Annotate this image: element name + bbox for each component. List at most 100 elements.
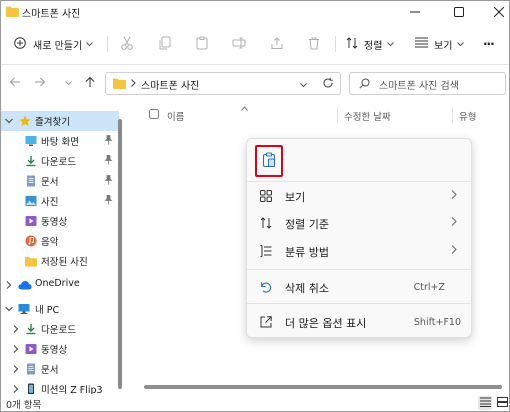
chevron-right-icon[interactable] [5,280,13,290]
nav-item-pc-documents[interactable]: 문서 [1,359,119,379]
new-button[interactable]: 새로 만들기 [14,33,94,55]
nav-item-music[interactable]: 음악 [1,231,119,251]
nav-item-desktop[interactable]: 바탕 화면 [1,131,119,151]
view-button[interactable]: 보기 [415,33,465,55]
column-header-name[interactable]: 이름 [167,109,184,125]
sort-icon [346,36,358,52]
music-icon [25,235,37,247]
column-header-modified[interactable]: 수정한 날짜 [344,109,391,125]
menu-item-label: 더 많은 옵션 표시 [285,317,367,330]
download-icon [25,155,37,167]
menu-item-label: 분류 방법 [285,246,329,259]
sort-button[interactable]: 정렬 [346,33,395,55]
maximize-button[interactable] [437,1,481,23]
breadcrumb-current[interactable]: 스마트폰 사진 [141,77,199,92]
copy-icon [158,36,172,53]
nav-item-pictures[interactable]: 사진 [1,191,119,211]
menu-item-view[interactable]: 보기 [251,184,467,208]
chevron-right-icon[interactable] [12,344,20,354]
copy-button[interactable] [158,33,172,55]
nav-label: OneDrive [35,278,80,289]
nav-item-phone[interactable]: 미션의 Z Flip3 [1,379,119,394]
phone-icon [25,383,37,394]
cut-button[interactable] [120,33,134,55]
download-icon [25,323,37,335]
paste-button[interactable] [195,33,209,55]
refresh-icon[interactable] [322,77,334,92]
nav-label: 내 PC [35,305,60,316]
forward-button[interactable] [32,75,48,91]
nav-item-quick-access[interactable]: 즐겨찾기 [1,111,119,131]
chevron-right-icon[interactable] [12,364,20,374]
rename-icon [232,36,246,53]
menu-item-label: 삭제 취소 [285,282,329,295]
nav-item-downloads[interactable]: 다운로드 [1,151,119,171]
search-placeholder: 스마트폰 사진 검색 [379,81,459,92]
share-button[interactable] [270,33,284,55]
close-button[interactable] [477,1,509,23]
separator [335,36,336,52]
nav-item-pc-videos[interactable]: 동영상 [1,339,119,359]
nav-item-saved-pictures[interactable]: 저장된 사진 [1,251,119,271]
chevron-down-icon[interactable] [300,80,307,91]
scrollbar-thumb[interactable] [118,119,122,389]
delete-button[interactable] [307,33,321,55]
tiles-view-icon [496,396,508,410]
chevron-right-icon [451,217,457,229]
search-box[interactable]: 스마트폰 사진 검색 [349,72,506,95]
sort-label: 정렬 [364,40,383,52]
tiles-view-button[interactable] [495,396,509,410]
grid-icon [259,189,273,203]
back-button[interactable] [7,75,23,91]
chevron-down-icon [457,39,465,50]
scissors-icon [120,36,134,53]
select-all-checkbox[interactable] [149,109,159,122]
nav-item-onedrive[interactable]: OneDrive [1,275,119,295]
menu-item-more-options[interactable]: 더 많은 옵션 표시 Shift+F10 [251,310,467,334]
chevron-down-icon[interactable] [5,116,13,126]
video-icon [25,215,37,227]
chevron-down-icon[interactable] [5,304,13,314]
menu-item-shortcut: Shift+F10 [413,317,461,328]
breadcrumb-separator-icon [131,79,136,90]
rename-button[interactable] [232,33,246,55]
plus-circle-icon [14,36,26,52]
chevron-right-icon[interactable] [12,384,20,394]
more-options-button[interactable]: ··· [483,33,495,55]
new-label: 새로 만들기 [33,40,83,52]
sort-ascending-icon [241,103,248,114]
folder-icon [113,78,126,92]
chevron-right-icon[interactable] [12,324,20,334]
nav-item-pc-downloads[interactable]: 다운로드 [1,319,119,339]
file-area-horizontal-scrollbar[interactable] [144,385,502,389]
pin-icon [104,175,113,188]
nav-label: 저장된 사진 [41,257,88,268]
folder-icon [25,255,37,267]
nav-item-documents[interactable]: 문서 [1,171,119,191]
recent-locations-button[interactable] [60,75,76,91]
nav-item-videos[interactable]: 동영상 [1,211,119,231]
document-icon [25,363,37,375]
up-button[interactable] [82,75,98,91]
column-header-type[interactable]: 유형 [459,109,476,125]
menu-item-sort-by[interactable]: 정렬 기준 [251,211,467,235]
nav-pane-scrollbar[interactable] [118,113,123,389]
address-bar[interactable]: 스마트폰 사진 [105,72,341,95]
menu-divider [247,269,471,270]
nav-label: 다운로드 [41,157,76,168]
nav-label: 동영상 [41,217,68,228]
menu-item-group-by[interactable]: 분류 방법 [251,239,467,263]
menu-item-label: 보기 [285,191,306,204]
address-row: 스마트폰 사진 스마트폰 사진 검색 [1,66,509,102]
menu-item-undo-delete[interactable]: 삭제 취소 Ctrl+Z [251,275,467,299]
paste-button[interactable] [255,145,283,177]
nav-item-this-pc[interactable]: 내 PC [1,299,119,319]
window-title: 스마트폰 사진 [22,9,81,20]
undo-icon [259,280,273,294]
details-view-button[interactable] [478,396,492,410]
menu-item-shortcut: Ctrl+Z [413,282,445,293]
minimize-button[interactable] [393,1,437,23]
title-bar: 스마트폰 사진 [1,1,509,23]
video-icon [25,343,37,355]
nav-label: 즐겨찾기 [35,117,70,128]
